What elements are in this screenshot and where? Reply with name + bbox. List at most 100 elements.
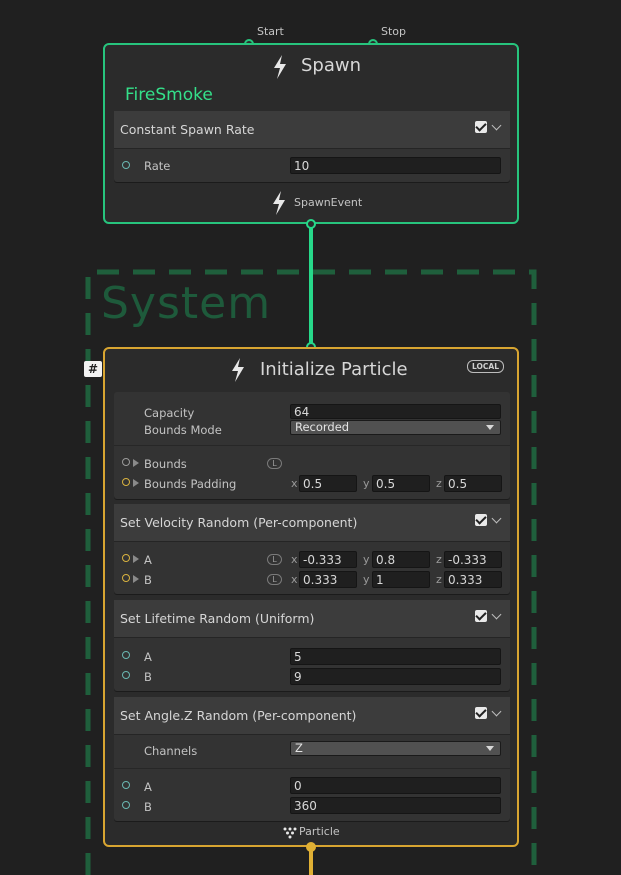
set-angle-block[interactable]: Set Angle.Z Random (Per-component) Chann… <box>114 697 510 821</box>
z-axis-label: z <box>436 553 442 566</box>
velocity-a-y[interactable]: 0.8 <box>372 551 430 568</box>
bolt-icon <box>232 358 244 382</box>
channels-value: Z <box>295 741 303 755</box>
bounds-padding-x[interactable]: 0.5 <box>299 475 357 492</box>
init-settings-block[interactable]: Capacity 64 Bounds Mode Recorded Bounds … <box>114 392 510 499</box>
enable-checkbox[interactable] <box>475 514 487 526</box>
particle-output-label: Particle <box>299 825 340 838</box>
enable-checkbox[interactable] <box>475 121 487 133</box>
init-title: Initialize Particle <box>260 359 408 380</box>
y-axis-label: y <box>363 573 370 586</box>
lifetime-b-port[interactable] <box>122 671 130 679</box>
flow-connection[interactable] <box>309 224 313 348</box>
channels-dropdown[interactable]: Z <box>290 741 501 756</box>
initialize-particle-context[interactable]: Initialize Particle LOCAL Capacity 64 Bo… <box>103 347 519 847</box>
block-title: Set Lifetime Random (Uniform) <box>120 611 315 626</box>
angle-a-field[interactable]: 0 <box>290 777 501 794</box>
spawn-title: Spawn <box>301 55 362 76</box>
chevron-down-icon[interactable] <box>491 513 502 524</box>
dropdown-arrow-icon <box>486 425 494 430</box>
velocity-b-z[interactable]: 0.333 <box>444 571 502 588</box>
spawn-event-label: SpawnEvent <box>294 196 363 209</box>
velocity-b-label: B <box>144 573 152 587</box>
x-axis-label: x <box>291 573 298 586</box>
block-header[interactable]: Constant Spawn Rate <box>114 111 510 149</box>
bounds-padding-label: Bounds Padding <box>144 477 237 491</box>
velocity-a-x[interactable]: -0.333 <box>299 551 357 568</box>
system-badge[interactable]: # <box>84 361 102 377</box>
lifetime-b-label: B <box>144 670 152 684</box>
bounds-mode-label: Bounds Mode <box>144 423 222 437</box>
particle-icon <box>283 827 297 839</box>
velocity-a-port[interactable] <box>122 554 130 562</box>
rate-label: Rate <box>144 159 171 173</box>
bounds-mode-dropdown[interactable]: Recorded <box>290 420 501 435</box>
angle-a-port[interactable] <box>122 781 130 789</box>
capacity-field[interactable]: 64 <box>290 404 501 419</box>
expand-arrow-icon[interactable] <box>133 479 139 487</box>
z-axis-label: z <box>436 477 442 490</box>
block-header[interactable]: Set Velocity Random (Per-component) <box>114 504 510 542</box>
expand-arrow-icon[interactable] <box>133 575 139 583</box>
lifetime-a-field[interactable]: 5 <box>290 648 501 665</box>
divider <box>114 768 510 769</box>
chevron-down-icon[interactable] <box>491 120 502 131</box>
bounds-mode-value: Recorded <box>295 420 350 434</box>
space-lock-icon[interactable]: L <box>267 458 282 469</box>
block-header[interactable]: Set Angle.Z Random (Per-component) <box>114 697 510 735</box>
bolt-icon <box>273 191 285 215</box>
velocity-b-port[interactable] <box>122 574 130 582</box>
bounds-padding-port[interactable] <box>122 478 130 486</box>
rate-port[interactable] <box>122 161 130 169</box>
spawn-output-port[interactable] <box>306 219 316 229</box>
angle-b-field[interactable]: 360 <box>290 797 501 814</box>
angle-a-label: A <box>144 780 152 794</box>
chevron-down-icon[interactable] <box>491 609 502 620</box>
velocity-a-label: A <box>144 553 152 567</box>
block-header[interactable]: Set Lifetime Random (Uniform) <box>114 600 510 638</box>
x-axis-label: x <box>291 553 298 566</box>
lifetime-a-port[interactable] <box>122 651 130 659</box>
lifetime-a-label: A <box>144 650 152 664</box>
expand-arrow-icon[interactable] <box>133 555 139 563</box>
channels-label: Channels <box>144 744 198 758</box>
block-title: Constant Spawn Rate <box>120 122 255 137</box>
z-axis-label: z <box>436 573 442 586</box>
space-lock-icon[interactable]: L <box>267 554 282 565</box>
spawn-start-label: Start <box>257 25 284 38</box>
x-axis-label: x <box>291 477 298 490</box>
constant-spawn-rate-block[interactable]: Constant Spawn Rate Rate 10 <box>114 111 510 182</box>
system-name[interactable]: FireSmoke <box>125 85 213 105</box>
spawn-stop-label: Stop <box>381 25 407 38</box>
chevron-down-icon[interactable] <box>491 706 502 717</box>
spawn-context[interactable]: Spawn FireSmoke Constant Spawn Rate Rate… <box>103 43 519 224</box>
velocity-b-x[interactable]: 0.333 <box>299 571 357 588</box>
enable-checkbox[interactable] <box>475 610 487 622</box>
bounds-label: Bounds <box>144 457 187 471</box>
y-axis-label: y <box>363 477 370 490</box>
space-badge[interactable]: LOCAL <box>467 360 504 373</box>
bounds-padding-y[interactable]: 0.5 <box>372 475 430 492</box>
angle-b-label: B <box>144 800 152 814</box>
block-title: Set Angle.Z Random (Per-component) <box>120 708 357 723</box>
block-title: Set Velocity Random (Per-component) <box>120 515 358 530</box>
velocity-b-y[interactable]: 1 <box>372 571 430 588</box>
set-velocity-block[interactable]: Set Velocity Random (Per-component) A L … <box>114 504 510 594</box>
dropdown-arrow-icon <box>486 746 494 751</box>
expand-arrow-icon[interactable] <box>133 459 139 467</box>
set-lifetime-block[interactable]: Set Lifetime Random (Uniform) A 5 B 9 <box>114 600 510 691</box>
velocity-a-z[interactable]: -0.333 <box>444 551 502 568</box>
y-axis-label: y <box>363 553 370 566</box>
divider <box>114 445 510 446</box>
angle-b-port[interactable] <box>122 801 130 809</box>
bolt-icon <box>274 55 286 79</box>
space-lock-icon[interactable]: L <box>267 574 282 585</box>
rate-field[interactable]: 10 <box>290 157 501 174</box>
bounds-padding-z[interactable]: 0.5 <box>444 475 502 492</box>
enable-checkbox[interactable] <box>475 707 487 719</box>
init-output-port[interactable] <box>306 842 316 852</box>
capacity-label: Capacity <box>144 406 195 420</box>
bounds-port[interactable] <box>122 458 130 466</box>
system-title[interactable]: System <box>101 278 271 329</box>
lifetime-b-field[interactable]: 9 <box>290 668 501 685</box>
